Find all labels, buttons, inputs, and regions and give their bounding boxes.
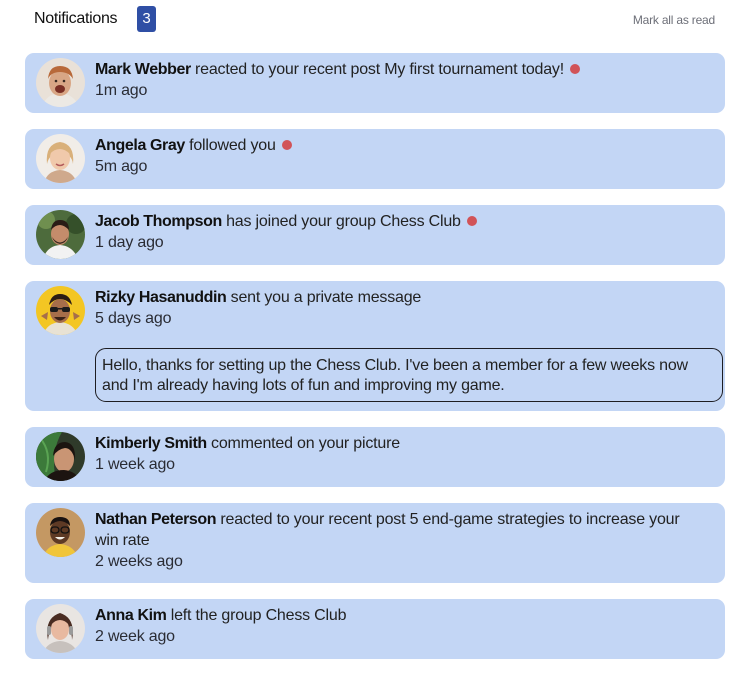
avatar[interactable] xyxy=(36,508,85,557)
avatar[interactable] xyxy=(36,286,85,335)
private-message-preview[interactable]: Hello, thanks for setting up the Chess C… xyxy=(95,348,723,402)
mark-all-as-read-link[interactable]: Mark all as read xyxy=(633,13,715,27)
user-name[interactable]: Mark Webber xyxy=(95,61,191,78)
notification-item[interactable]: Nathan Peterson reacted to your recent p… xyxy=(25,503,725,583)
notification-text: Mark Webber reacted to your recent post … xyxy=(95,59,705,101)
notification-text: Jacob Thompson has joined your group Che… xyxy=(95,211,705,253)
notification-action: reacted to your recent post My first tou… xyxy=(195,61,564,78)
notification-item[interactable]: Kimberly Smith commented on your picture… xyxy=(25,427,725,487)
avatar[interactable] xyxy=(36,432,85,481)
unread-count-badge: 3 xyxy=(137,6,156,32)
notification-time: 2 week ago xyxy=(95,628,175,645)
notification-time: 1 week ago xyxy=(95,456,175,473)
notification-text: Kimberly Smith commented on your picture… xyxy=(95,433,705,475)
user-name[interactable]: Angela Gray xyxy=(95,137,185,154)
notification-item[interactable]: Mark Webber reacted to your recent post … xyxy=(25,53,725,113)
notification-item[interactable]: Rizky Hasanuddin sent you a private mess… xyxy=(25,281,725,411)
user-name[interactable]: Anna Kim xyxy=(95,607,167,624)
notification-time: 5 days ago xyxy=(95,310,172,327)
notification-time: 5m ago xyxy=(95,158,148,175)
user-name[interactable]: Nathan Peterson xyxy=(95,511,217,528)
avatar[interactable] xyxy=(36,58,85,107)
unread-dot-icon xyxy=(281,140,292,150)
unread-dot-icon xyxy=(569,64,580,74)
notification-action: has joined your group Chess Club xyxy=(226,213,461,230)
notification-item[interactable]: Angela Gray followed you 5m ago xyxy=(25,129,725,189)
notification-action: followed you xyxy=(189,137,276,154)
notification-text: Angela Gray followed you 5m ago xyxy=(95,135,705,177)
avatar[interactable] xyxy=(36,134,85,183)
notifications-header: Notifications 3 Mark all as read xyxy=(34,6,718,32)
notification-time: 1m ago xyxy=(95,82,148,99)
notification-action: left the group Chess Club xyxy=(170,607,347,624)
avatar[interactable] xyxy=(36,210,85,259)
notification-time: 1 day ago xyxy=(95,234,164,251)
avatar[interactable] xyxy=(36,604,85,653)
user-name[interactable]: Jacob Thompson xyxy=(95,213,222,230)
notification-item[interactable]: Anna Kim left the group Chess Club 2 wee… xyxy=(25,599,725,659)
page-title: Notifications xyxy=(34,10,118,27)
user-name[interactable]: Kimberly Smith xyxy=(95,435,207,452)
notification-action: sent you a private message xyxy=(230,289,422,306)
notification-action: commented on your picture xyxy=(211,435,400,452)
notification-time: 2 weeks ago xyxy=(95,553,183,570)
unread-dot-icon xyxy=(466,216,477,226)
notification-text: Rizky Hasanuddin sent you a private mess… xyxy=(95,287,705,329)
notification-item[interactable]: Jacob Thompson has joined your group Che… xyxy=(25,205,725,265)
notification-text: Nathan Peterson reacted to your recent p… xyxy=(95,509,705,572)
notification-text: Anna Kim left the group Chess Club 2 wee… xyxy=(95,605,705,647)
user-name[interactable]: Rizky Hasanuddin xyxy=(95,289,227,306)
